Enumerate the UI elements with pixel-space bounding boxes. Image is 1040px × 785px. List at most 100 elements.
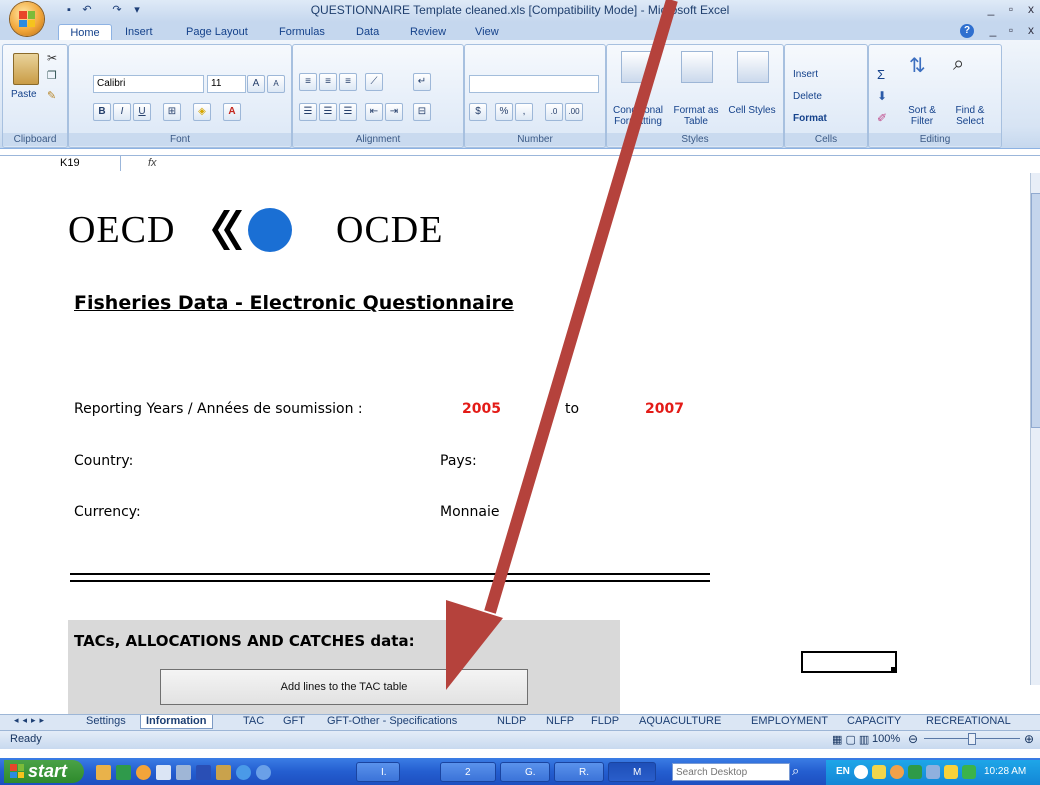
tray-network-icon[interactable] (908, 765, 922, 779)
quicklaunch-folder-icon[interactable] (216, 764, 231, 780)
year-from-value[interactable]: 2005 (462, 401, 501, 417)
tab-page-layout[interactable]: Page Layout (186, 24, 248, 40)
paste-button[interactable]: Paste (11, 89, 37, 100)
sheet-nav-icon[interactable]: ◂◂▸▸ (14, 715, 48, 726)
find-select-button[interactable]: Find & Select (947, 105, 993, 127)
quicklaunch-ie-icon[interactable] (236, 764, 251, 780)
year-to-value[interactable]: 2007 (645, 401, 684, 417)
tab-home[interactable]: Home (58, 24, 112, 41)
autosum-button[interactable]: Σ (877, 67, 885, 82)
minimize-button[interactable]: _ (982, 2, 1000, 18)
tray-security-icon[interactable] (962, 765, 976, 779)
fx-button[interactable]: fx (148, 156, 157, 171)
language-indicator[interactable]: EN (836, 766, 850, 777)
zoom-out-icon[interactable]: ⊖ (908, 732, 918, 746)
sheet-tab-aquaculture[interactable]: AQUACULTURE (639, 715, 721, 728)
quicklaunch-word-icon[interactable] (156, 764, 171, 780)
ribbon-minimize-button[interactable]: _ (984, 23, 1002, 39)
tab-insert[interactable]: Insert (125, 24, 153, 40)
format-cells-button[interactable]: Format (793, 113, 827, 124)
zoom-in-icon[interactable]: ⊕ (1024, 732, 1034, 746)
search-desktop-input[interactable] (672, 763, 790, 781)
merge-center-icon[interactable]: ⊟ (413, 103, 431, 121)
percent-button[interactable]: % (495, 103, 513, 121)
zoom-level[interactable]: 100% (872, 733, 900, 745)
font-name-select[interactable]: Calibri (93, 75, 204, 93)
sheet-tab-nlfp[interactable]: NLFP (546, 715, 574, 728)
fill-icon[interactable]: ⬇ (877, 89, 887, 103)
find-select-icon[interactable]: ⌕ (953, 53, 964, 76)
close-button[interactable]: x (1022, 2, 1040, 18)
align-middle-icon[interactable]: ≡ (319, 73, 337, 91)
copy-icon[interactable]: ❐ (47, 69, 57, 82)
taskbar-button-4[interactable]: R. (554, 762, 604, 782)
font-size-select[interactable]: 11 (207, 75, 246, 93)
tab-formulas[interactable]: Formulas (279, 24, 325, 40)
quicklaunch-browser-icon[interactable] (136, 764, 151, 780)
taskbar-button-1[interactable]: I. (356, 762, 400, 782)
borders-icon[interactable]: ⊞ (163, 103, 181, 121)
grow-font-icon[interactable]: A (247, 75, 265, 93)
sheet-tab-tac[interactable]: TAC (243, 715, 264, 728)
number-format-select[interactable] (469, 75, 599, 93)
paste-icon[interactable] (13, 53, 39, 85)
conditional-formatting-button[interactable]: Conditional Formatting (609, 105, 667, 127)
sheet-tab-capacity[interactable]: CAPACITY (847, 715, 901, 728)
increase-decimal-icon[interactable]: .0 (545, 103, 563, 121)
underline-button[interactable]: U (133, 103, 151, 121)
align-right-icon[interactable]: ☰ (339, 103, 357, 121)
cell-styles-button[interactable]: Cell Styles (727, 105, 777, 116)
sheet-tab-nldp[interactable]: NLDP (497, 715, 526, 728)
fill-color-icon[interactable]: ◈ (193, 103, 211, 121)
conditional-formatting-icon[interactable] (621, 51, 653, 83)
tray-browser-icon[interactable] (890, 765, 904, 779)
tray-mail-icon[interactable] (872, 765, 886, 779)
tab-data[interactable]: Data (356, 24, 379, 40)
quicklaunch-help-icon[interactable] (196, 764, 211, 780)
clear-icon[interactable]: ✐ (877, 111, 887, 125)
sheet-tab-information[interactable]: Information (140, 715, 213, 729)
quicklaunch-ie2-icon[interactable] (256, 764, 271, 780)
format-as-table-icon[interactable] (681, 51, 713, 83)
tab-view[interactable]: View (475, 24, 499, 40)
delete-cells-button[interactable]: Delete (793, 91, 822, 102)
decrease-indent-icon[interactable]: ⇤ (365, 103, 383, 121)
align-top-icon[interactable]: ≡ (299, 73, 317, 91)
sort-filter-icon[interactable]: ⇅ (909, 53, 926, 78)
name-box[interactable]: K19 (60, 156, 80, 171)
orientation-icon[interactable]: ⟋ (365, 73, 383, 91)
format-as-table-button[interactable]: Format as Table (669, 105, 723, 127)
taskbar-button-5[interactable]: M (608, 762, 656, 782)
italic-button[interactable]: I (113, 103, 131, 121)
tray-warning-icon[interactable] (944, 765, 958, 779)
formula-input[interactable] (160, 156, 1025, 171)
start-button[interactable]: start (4, 760, 84, 783)
sheet-tab-employment[interactable]: EMPLOYMENT (751, 715, 828, 728)
zoom-slider-thumb[interactable] (968, 733, 976, 745)
help-icon[interactable]: ? (960, 24, 974, 38)
tab-review[interactable]: Review (410, 24, 446, 40)
increase-indent-icon[interactable]: ⇥ (385, 103, 403, 121)
cell-styles-icon[interactable] (737, 51, 769, 83)
currency-icon[interactable]: $ (469, 103, 487, 121)
sheet-tab-gft-other[interactable]: GFT-Other - Specifications (327, 715, 457, 728)
font-color-icon[interactable]: A (223, 103, 241, 121)
office-button[interactable] (10, 2, 44, 36)
quicklaunch-mail-icon[interactable] (176, 764, 191, 780)
align-center-icon[interactable]: ☰ (319, 103, 337, 121)
format-painter-icon[interactable]: ✎ (47, 89, 56, 102)
sheet-tab-gft[interactable]: GFT (283, 715, 305, 728)
sheet-tab-fldp[interactable]: FLDP (591, 715, 619, 728)
bold-button[interactable]: B (93, 103, 111, 121)
fill-handle[interactable] (891, 667, 896, 672)
insert-cells-button[interactable]: Insert (793, 69, 818, 80)
align-bottom-icon[interactable]: ≡ (339, 73, 357, 91)
tray-app-icon[interactable] (926, 765, 940, 779)
taskbar-button-2[interactable]: 2 (440, 762, 496, 782)
ribbon-restore-button[interactable]: ▫ (1002, 23, 1020, 39)
quicklaunch-excel-icon[interactable] (116, 764, 131, 780)
tray-back-icon[interactable] (854, 765, 868, 779)
shrink-font-icon[interactable]: A (267, 75, 285, 93)
comma-button[interactable]: , (515, 103, 533, 121)
add-tac-lines-button[interactable]: Add lines to the TAC table (160, 669, 528, 705)
